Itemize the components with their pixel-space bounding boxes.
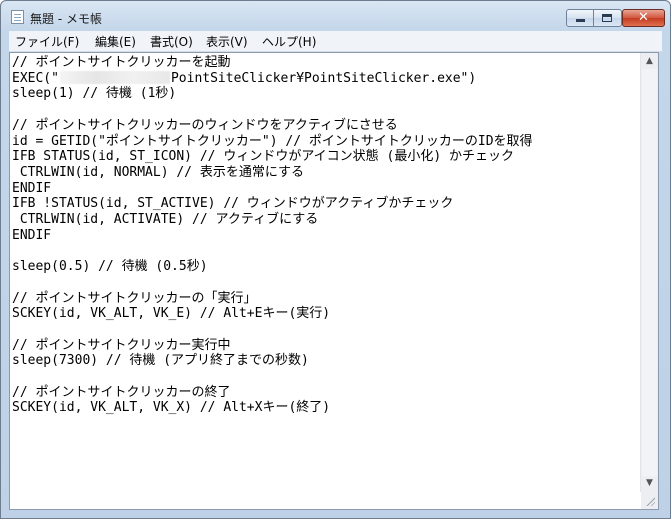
maximize-icon (602, 14, 612, 22)
title-bar[interactable]: 無題 - メモ帳 ✕ (1, 1, 670, 31)
menu-help[interactable]: ヘルプ(H) (262, 33, 316, 50)
notepad-icon[interactable] (11, 10, 24, 24)
menu-file[interactable]: ファイル(F) (15, 33, 79, 50)
maximize-button[interactable] (594, 9, 622, 27)
scrollbar-track[interactable] (642, 69, 657, 476)
close-button[interactable]: ✕ (622, 9, 665, 27)
scroll-down-icon[interactable]: ▼ (643, 477, 656, 490)
editor-area[interactable]: // ポイントサイトクリッカーを起動 EXEC(" PointSiteClicke… (9, 52, 659, 510)
text-content[interactable]: // ポイントサイトクリッカーを起動 EXEC(" PointSiteClicke… (12, 55, 640, 505)
scroll-up-icon[interactable]: ▲ (643, 55, 656, 68)
window-title: 無題 - メモ帳 (30, 12, 102, 26)
resize-grip-icon[interactable] (641, 492, 658, 509)
text-after-redaction: PointSiteClicker¥PointSiteClicker.exe") … (12, 70, 533, 416)
menu-edit[interactable]: 編集(E) (95, 33, 136, 50)
close-icon: ✕ (638, 10, 649, 25)
menu-bar: ファイル(F) 編集(E) 書式(O) 表示(V) ヘルプ(H) (9, 31, 662, 52)
notepad-window: 無題 - メモ帳 ✕ ファイル(F) 編集(E) 書式(O) 表示(V) ヘルプ… (0, 0, 671, 519)
menu-format[interactable]: 書式(O) (150, 33, 193, 50)
menu-view[interactable]: 表示(V) (206, 33, 248, 50)
vertical-scrollbar[interactable]: ▲ ▼ (640, 53, 658, 492)
minimize-button[interactable] (566, 9, 594, 27)
minimize-icon (576, 19, 585, 22)
redacted-path (59, 70, 170, 84)
